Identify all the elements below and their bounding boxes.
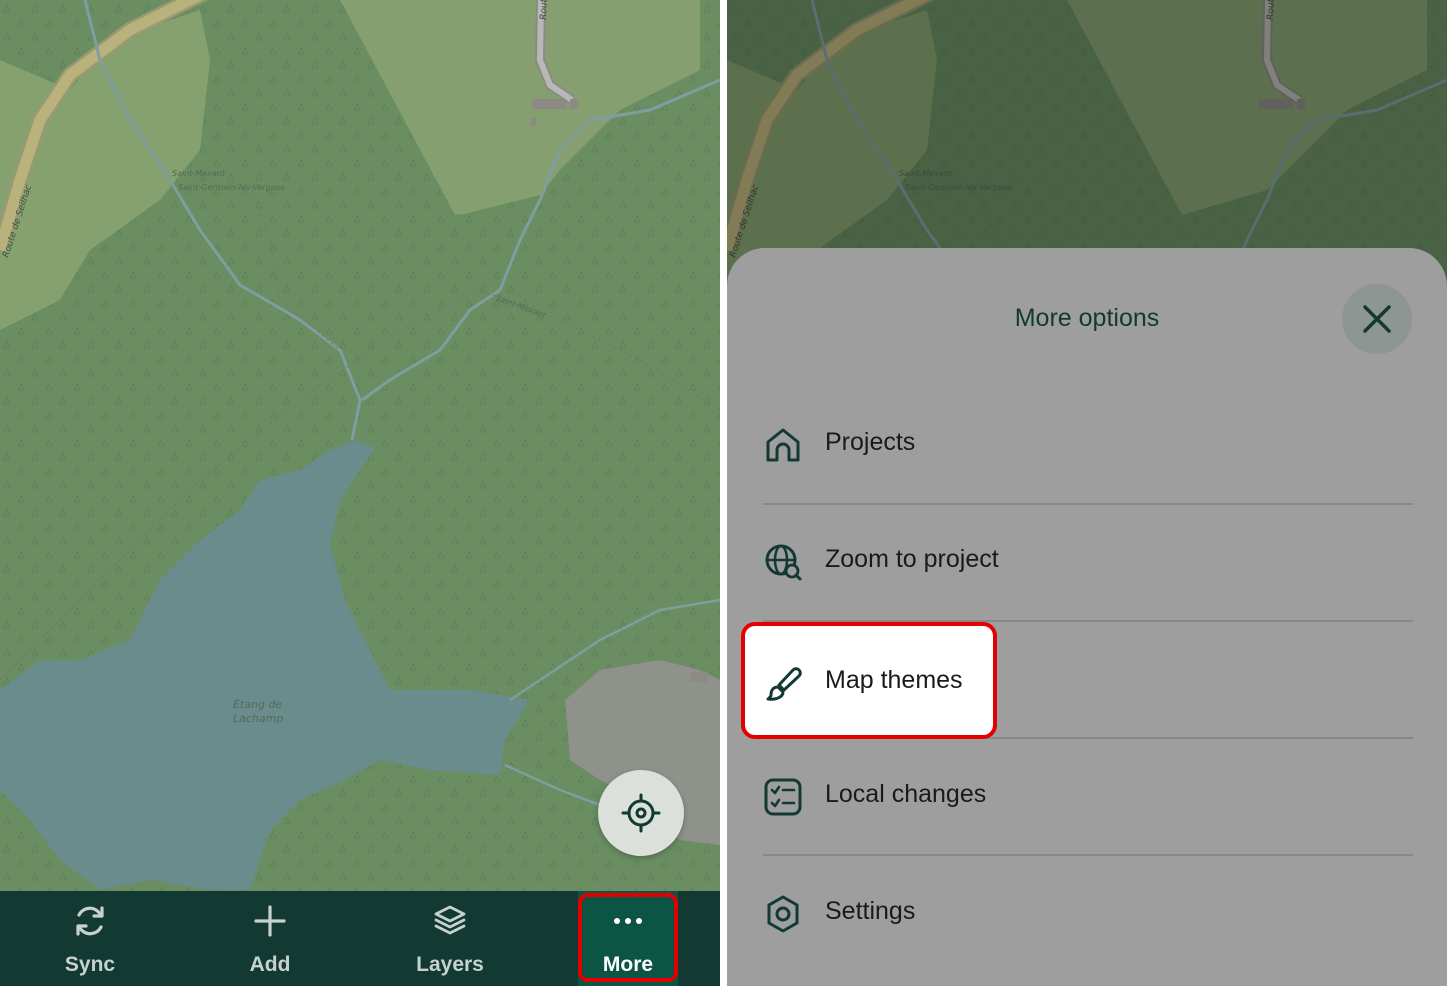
menu-divider [763, 854, 1413, 856]
menu-item-settings[interactable]: Settings [763, 872, 1413, 952]
plus-icon [254, 905, 286, 937]
menu-item-projects[interactable]: Projects [763, 403, 1413, 483]
menu-item-label: Settings [825, 897, 916, 925]
menu-item-label: Zoom to project [825, 545, 999, 573]
menu-item-map-themes[interactable]: Map themes [741, 622, 997, 739]
map-label: Saint-Mexant [172, 169, 226, 178]
gps-location-button[interactable] [598, 770, 684, 856]
layers-button[interactable]: Layers [360, 891, 540, 986]
menu-item-label: Projects [825, 428, 916, 456]
sheet-title: More options [1014, 304, 1160, 332]
menu-item-label: Map themes [825, 666, 963, 694]
close-icon [1363, 305, 1391, 333]
globe-search-icon [765, 544, 802, 581]
map-label: Étang de [233, 698, 282, 711]
sync-label: Sync [64, 953, 116, 976]
more-options-sheet: More options Projects Zoom to project Lo… [727, 248, 1447, 986]
settings-icon [767, 895, 799, 933]
close-button[interactable] [1342, 284, 1412, 354]
more-options-screen: Saint-Mexant Saint-Germain-les-Vergnes R… [727, 0, 1447, 986]
screen-divider [720, 0, 727, 986]
home-icon [766, 428, 800, 462]
menu-divider [763, 503, 1413, 505]
map-label: Lachamp [233, 712, 283, 725]
sync-button[interactable]: Sync [0, 891, 180, 986]
map-label: Route [539, 0, 550, 20]
more-button-highlight [578, 893, 678, 982]
add-button[interactable]: Add [180, 891, 360, 986]
checklist-icon [764, 778, 802, 816]
add-label: Add [249, 953, 291, 976]
map-label: Saint-Germain-les-Vergnes [178, 183, 285, 192]
sync-icon [76, 906, 104, 936]
menu-item-local-changes[interactable]: Local changes [763, 755, 1413, 835]
menu-item-label: Local changes [825, 780, 987, 808]
crosshair-icon [621, 793, 661, 833]
layers-icon [434, 905, 466, 935]
menu-item-zoom-to-project[interactable]: Zoom to project [763, 520, 1413, 600]
layers-label: Layers [416, 953, 484, 976]
paintbrush-icon [766, 667, 802, 701]
map-screen: Saint-Mexant Saint-Germain-les-Vergnes S… [0, 0, 720, 986]
